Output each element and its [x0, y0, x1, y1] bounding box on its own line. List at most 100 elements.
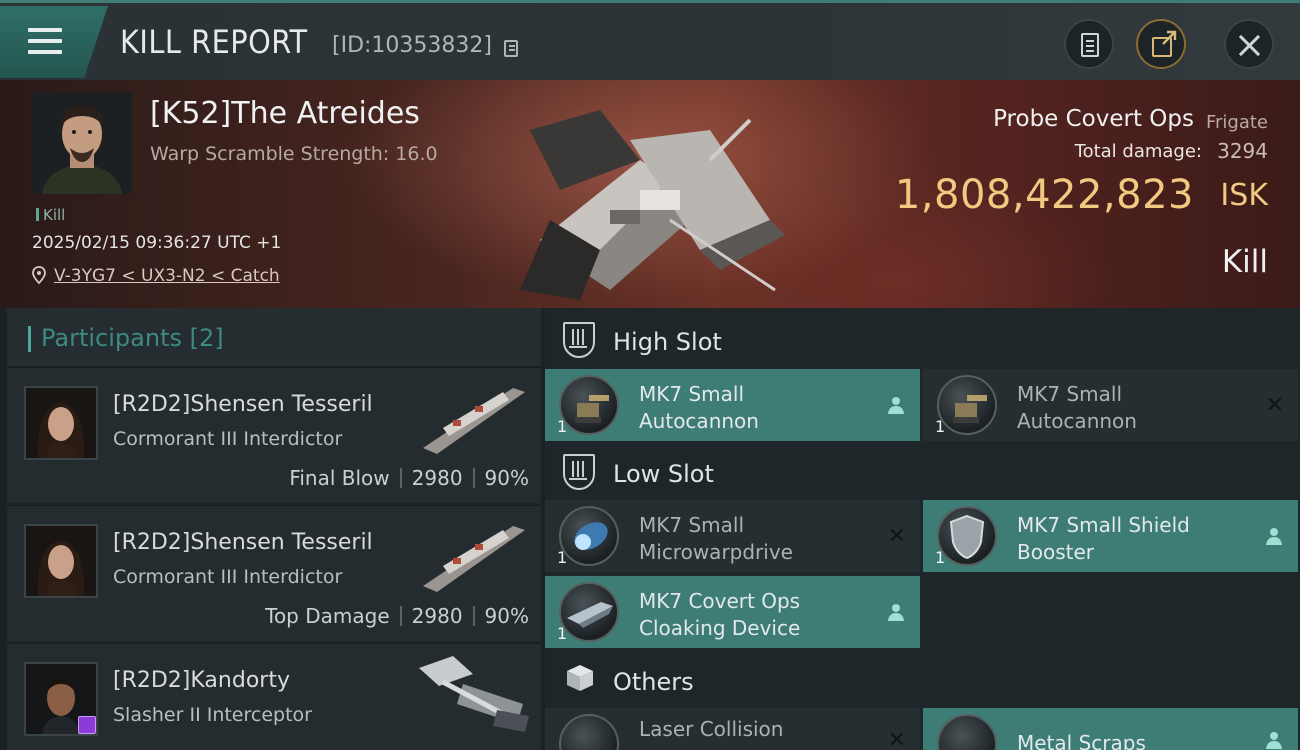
low-slot-icon: [563, 454, 595, 490]
others-header: Others: [545, 650, 1300, 710]
participant-percent: 90%: [484, 604, 529, 628]
metal-scraps-icon: [937, 714, 997, 750]
module-other-2[interactable]: Metal Scraps: [923, 708, 1298, 750]
victim-portrait[interactable]: [32, 92, 132, 194]
share-arrow-icon: [1162, 30, 1177, 45]
module-low-1[interactable]: 1 MK7 Small Microwarpdrive ✕: [545, 500, 920, 572]
total-damage-value: 3294: [1217, 139, 1268, 163]
module-quantity: 1: [557, 417, 568, 436]
autocannon-icon: [937, 375, 997, 435]
module-name: MK7 Covert Ops Cloaking Device: [639, 588, 800, 642]
isk-unit: ISK: [1220, 178, 1268, 213]
person-icon: [1266, 732, 1282, 749]
participant-percent: 90%: [484, 466, 529, 490]
total-damage-label: Total damage:: [1074, 141, 1202, 162]
module-low-3[interactable]: 1 MK7 Covert Ops Cloaking Device: [545, 576, 920, 648]
module-low-2[interactable]: 1 MK7 Small Shield Booster: [923, 500, 1298, 572]
warp-scramble-strength: Warp Scramble Strength: 16.0: [150, 143, 438, 165]
person-icon: [888, 397, 904, 414]
participant-name[interactable]: [R2D2]Shensen Tesseril: [113, 530, 373, 555]
cloaking-device-icon: [559, 582, 619, 642]
clipboard-button[interactable]: [1064, 19, 1114, 69]
participant-row[interactable]: [R2D2]Kandorty Slasher II Interceptor: [7, 643, 541, 750]
module-quantity: 1: [557, 624, 568, 643]
location-pin-icon: [32, 266, 46, 284]
module-name-line1: Metal Scraps: [1017, 731, 1146, 750]
participant-row[interactable]: [R2D2]Shensen Tesseril Cormorant III Int…: [7, 367, 541, 503]
participants-count: [2]: [189, 324, 224, 352]
participant-damage: 2980: [411, 604, 463, 628]
module-high-2[interactable]: 1 MK7 Small Autocannon ✕: [923, 369, 1298, 441]
module-other-1[interactable]: Laser Collision ✕: [545, 708, 920, 750]
participant-role: Top Damage: [265, 604, 390, 628]
module-name: MK7 Small Autocannon: [639, 381, 759, 435]
victim-name[interactable]: [K52]The Atreides: [150, 96, 420, 131]
participant-ship-image: [419, 656, 529, 732]
close-button[interactable]: [1224, 19, 1274, 69]
participant-role: Final Blow: [289, 466, 390, 490]
isk-value: 1,808,422,823: [894, 172, 1194, 218]
module-name: MK7 Small Microwarpdrive: [639, 512, 793, 566]
participant-name[interactable]: [R2D2]Shensen Tesseril: [113, 392, 373, 417]
share-button[interactable]: [1136, 19, 1186, 69]
shield-booster-icon: [937, 506, 997, 566]
module-name-line2: Microwarpdrive: [639, 540, 793, 564]
module-name: MK7 Small Shield Booster: [1017, 512, 1190, 566]
module-name-line1: MK7 Covert Ops: [639, 589, 801, 613]
hamburger-icon-line: [28, 39, 62, 43]
participant-name[interactable]: [R2D2]Kandorty: [113, 668, 290, 693]
person-icon: [1266, 528, 1282, 545]
low-slot-header: Low Slot: [545, 442, 1300, 502]
participant-damage: 2980: [411, 466, 463, 490]
report-id: [ID:10353832]: [332, 33, 492, 58]
participant-stats: Final Blow 2980 90%: [289, 466, 529, 490]
divider: [399, 606, 402, 626]
participant-ship: Cormorant III Interdictor: [113, 428, 343, 450]
menu-button[interactable]: [0, 6, 108, 78]
module-high-1[interactable]: 1 MK7 Small Autocannon: [545, 369, 920, 441]
module-name-line1: Laser Collision: [639, 717, 784, 741]
module-name-line1: MK7 Small: [639, 382, 744, 406]
divider: [472, 468, 475, 488]
copy-icon[interactable]: [504, 40, 518, 57]
laser-collision-icon: [559, 714, 619, 750]
avatar[interactable]: [24, 662, 98, 736]
module-name-line1: MK7 Small Shield: [1017, 513, 1190, 537]
high-slot-title: High Slot: [613, 328, 722, 356]
avatar[interactable]: [24, 386, 98, 460]
person-icon: [888, 604, 904, 621]
clipboard-icon: [1081, 33, 1099, 57]
top-bar: KILL REPORT [ID:10353832]: [0, 0, 1300, 80]
participants-header: Participants [2]: [7, 308, 541, 366]
destroyed-x-icon: ✕: [887, 728, 906, 750]
module-name-line2: Booster: [1017, 540, 1094, 564]
module-name-line2: Autocannon: [639, 409, 759, 433]
avatar[interactable]: [24, 524, 98, 598]
kill-banner: [K52]The Atreides Warp Scramble Strength…: [0, 80, 1300, 308]
participant-ship: Cormorant III Interdictor: [113, 566, 343, 588]
module-name: Metal Scraps: [1017, 730, 1146, 750]
participant-ship-image: [423, 526, 525, 592]
module-quantity: 1: [935, 548, 946, 567]
victim-ship-image: [520, 110, 785, 300]
participant-ship-image: [423, 388, 525, 454]
victim-ship-class: Frigate: [1205, 112, 1268, 133]
autocannon-icon: [559, 375, 619, 435]
participants-title: Participants: [41, 324, 182, 352]
participant-ship: Slasher II Interceptor: [113, 704, 312, 726]
participant-stats: Top Damage 2980 90%: [265, 604, 529, 628]
divider: [399, 468, 402, 488]
participant-row[interactable]: [R2D2]Shensen Tesseril Cormorant III Int…: [7, 505, 541, 641]
high-slot-header: High Slot: [545, 310, 1300, 370]
kill-location-link[interactable]: V-3YG7 < UX3-N2 < Catch: [54, 266, 280, 286]
cube-icon: [567, 665, 593, 691]
module-name: Laser Collision: [639, 716, 783, 743]
divider: [472, 606, 475, 626]
module-quantity: 1: [557, 548, 568, 567]
kill-datetime: 2025/02/15 09:36:27 UTC +1: [32, 233, 282, 253]
module-quantity: 1: [935, 417, 946, 436]
kill-tag: Kill: [36, 206, 65, 224]
others-title: Others: [613, 668, 694, 696]
destroyed-x-icon: ✕: [887, 524, 906, 549]
microwarpdrive-icon: [559, 506, 619, 566]
